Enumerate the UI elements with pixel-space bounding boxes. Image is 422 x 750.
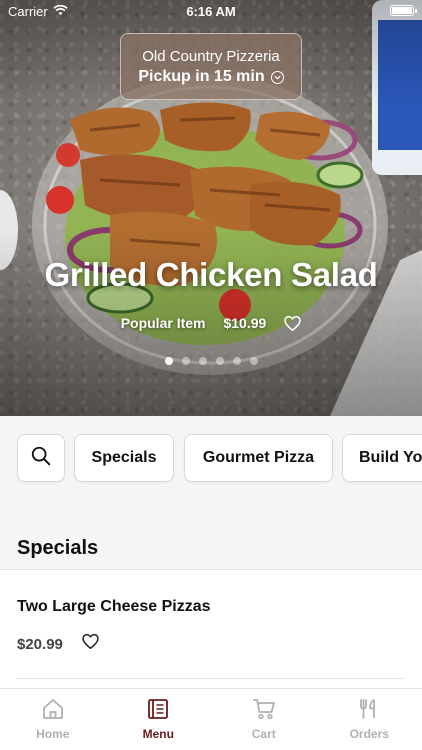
tab-menu[interactable]: Menu (106, 689, 212, 750)
tab-bar: Home Menu Cart Orders (0, 688, 422, 750)
menu-book-icon (147, 698, 169, 727)
status-bar: Carrier 6:16 AM (0, 0, 422, 22)
restaurant-name: Old Country Pizzeria (142, 48, 280, 65)
category-chip-gourmet-pizza[interactable]: Gourmet Pizza (184, 434, 333, 482)
tab-label: Home (36, 727, 70, 741)
pickup-time-label: Pickup in 15 min (138, 68, 265, 85)
tab-label: Menu (142, 727, 174, 741)
tab-label: Cart (251, 727, 276, 741)
featured-item-price: $10.99 (223, 315, 267, 331)
search-icon (30, 445, 52, 472)
pickup-selector-button[interactable]: Old Country Pizzeria Pickup in 15 min (120, 33, 302, 100)
battery-icon (390, 5, 417, 16)
carousel-dot[interactable] (215, 357, 224, 365)
menu-item-name: Two Large Cheese Pizzas (17, 598, 211, 615)
home-icon (41, 698, 65, 727)
category-chip-build-your-own[interactable]: Build Yo (342, 434, 422, 482)
pickup-time: Pickup in 15 min (121, 68, 301, 86)
category-chip-specials[interactable]: Specials (74, 434, 174, 482)
tab-label: Orders (349, 727, 389, 741)
tab-home[interactable]: Home (0, 689, 106, 750)
status-time: 6:16 AM (186, 4, 236, 19)
tab-cart[interactable]: Cart (211, 689, 317, 750)
carousel-dot[interactable] (181, 357, 190, 365)
chevron-down-icon (270, 70, 284, 84)
featured-item-meta: Popular Item $10.99 (0, 315, 422, 331)
featured-item-tag: Popular Item (120, 315, 206, 331)
carousel-dot[interactable] (249, 357, 258, 365)
orders-icon (358, 698, 380, 727)
item-divider (17, 678, 405, 679)
tab-orders[interactable]: Orders (317, 689, 422, 750)
menu-item[interactable]: Two Large Cheese Pizzas $20.99 (0, 570, 422, 690)
menu-item-price: $20.99 (17, 636, 63, 653)
app-screen: Grilled Chicken Salad Popular Item $10.9… (0, 0, 422, 750)
search-button[interactable] (17, 434, 65, 482)
carousel-dot[interactable] (198, 357, 207, 365)
menu-list: Specials Two Large Cheese Pizzas $20.99 (0, 502, 422, 690)
favorite-heart-icon[interactable] (284, 315, 302, 331)
featured-item-title: Grilled Chicken Salad (44, 256, 378, 293)
carousel-dot[interactable] (164, 357, 173, 365)
cart-icon (252, 698, 276, 727)
carousel-dot[interactable] (232, 357, 241, 365)
carousel-page-indicator[interactable] (0, 357, 422, 365)
section-title: Specials (17, 537, 99, 559)
category-bar: Specials Gourmet Pizza Build Yo (0, 416, 422, 502)
favorite-heart-icon[interactable] (82, 633, 99, 654)
